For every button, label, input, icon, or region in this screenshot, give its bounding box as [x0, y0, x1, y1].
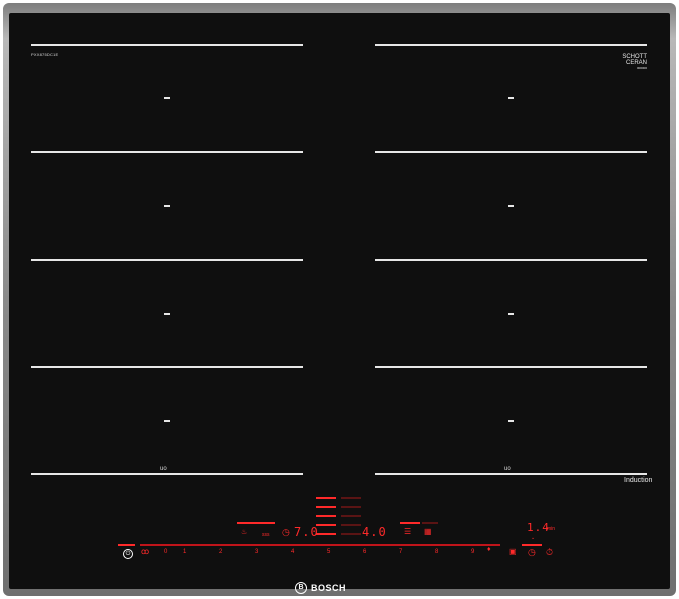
slider-value-6[interactable]: 6 — [363, 549, 366, 555]
right-power-display: 4.0 — [362, 525, 387, 539]
level-bar-dim-3 — [341, 515, 361, 517]
power-icon[interactable]: ⏻ — [123, 549, 133, 559]
pan-icon[interactable]: ▣ — [509, 547, 517, 556]
flex-zone-icon-left: uo — [160, 466, 167, 472]
left-power-display: 7.0 — [294, 525, 319, 539]
slider-value-7[interactable]: 7 — [399, 549, 402, 555]
level-bar-dim-1 — [341, 497, 361, 499]
slider-value-8[interactable]: 8 — [435, 549, 438, 555]
clock-icon[interactable]: ◷ — [528, 547, 536, 558]
induction-label: Induction — [624, 477, 653, 484]
zone-line-right-1 — [375, 44, 647, 46]
zone-mark-left-4[interactable] — [164, 420, 170, 422]
timer-chevron-icon: ⌄ — [531, 535, 536, 541]
badge-line-3: 000000 — [636, 66, 647, 70]
slider-value-9[interactable]: 9 — [471, 549, 474, 555]
zone-line-left-1 — [31, 44, 303, 46]
zone-line-left-3 — [31, 259, 303, 261]
level-bar-3 — [316, 515, 336, 517]
zone-line-left-4 — [31, 366, 303, 368]
power-slider-track[interactable] — [140, 544, 500, 546]
left-timer-icon[interactable]: ◷ — [282, 527, 290, 538]
zone-line-left-5 — [31, 473, 303, 475]
zone-mark-right-4[interactable] — [508, 420, 514, 422]
bosch-mark-icon: B — [295, 582, 307, 594]
zone-mark-right-2[interactable] — [508, 205, 514, 207]
boost-icon[interactable]: ♦ — [487, 546, 491, 553]
level-bar-dim-2 — [341, 506, 361, 508]
glass-surface — [9, 13, 670, 589]
slider-value-1[interactable]: 1 — [183, 549, 186, 555]
zone-mark-left-1[interactable] — [164, 97, 170, 99]
level-bar-2 — [316, 506, 336, 508]
flex-zone-icon-right: uo — [504, 466, 511, 472]
zone-line-right-2 — [375, 151, 647, 153]
left-zone-indicator — [237, 522, 275, 524]
slider-value-3[interactable]: 3 — [255, 549, 258, 555]
timer-slider-segment — [522, 544, 542, 546]
level-bar-1 — [316, 497, 336, 499]
bosch-logo: B BOSCH — [295, 582, 346, 594]
slider-value-2[interactable]: 2 — [219, 549, 222, 555]
zone-mark-right-3[interactable] — [508, 313, 514, 315]
grid-icon-1[interactable]: ☰ — [404, 527, 411, 536]
slider-value-4[interactable]: 4 — [291, 549, 294, 555]
alarm-icon[interactable]: ⏱ — [546, 547, 553, 558]
zone-mark-right-1[interactable] — [508, 97, 514, 99]
zone-line-left-2 — [31, 151, 303, 153]
model-label: PXX875DC1E — [31, 52, 59, 57]
slider-value-5[interactable]: 5 — [327, 549, 330, 555]
level-bar-dim-5 — [341, 533, 361, 535]
zone-mark-left-2[interactable] — [164, 205, 170, 207]
schott-ceran-badge: SCHOTT CERAN 000000 — [605, 54, 647, 70]
grid-icon-2[interactable]: ▦ — [424, 527, 432, 536]
level-bar-dim-4 — [341, 524, 361, 526]
level-bar-5 — [316, 533, 336, 535]
pot-icon[interactable]: ♨ — [241, 528, 247, 536]
bosch-logo-text: BOSCH — [311, 583, 347, 593]
slider-value-0[interactable]: 0 — [164, 549, 167, 555]
slider-active-segment — [118, 544, 135, 546]
right-zone-indicator-dim — [422, 522, 438, 524]
level-bar-4 — [316, 524, 336, 526]
right-zone-indicator — [400, 522, 420, 524]
child-lock-icon[interactable]: ꝏ — [141, 547, 149, 556]
small-left-label[interactable]: sss — [262, 532, 270, 538]
timer-unit-label: min — [547, 526, 556, 532]
zone-line-right-5 — [375, 473, 647, 475]
zone-line-right-4 — [375, 366, 647, 368]
zone-mark-left-3[interactable] — [164, 313, 170, 315]
zone-line-right-3 — [375, 259, 647, 261]
